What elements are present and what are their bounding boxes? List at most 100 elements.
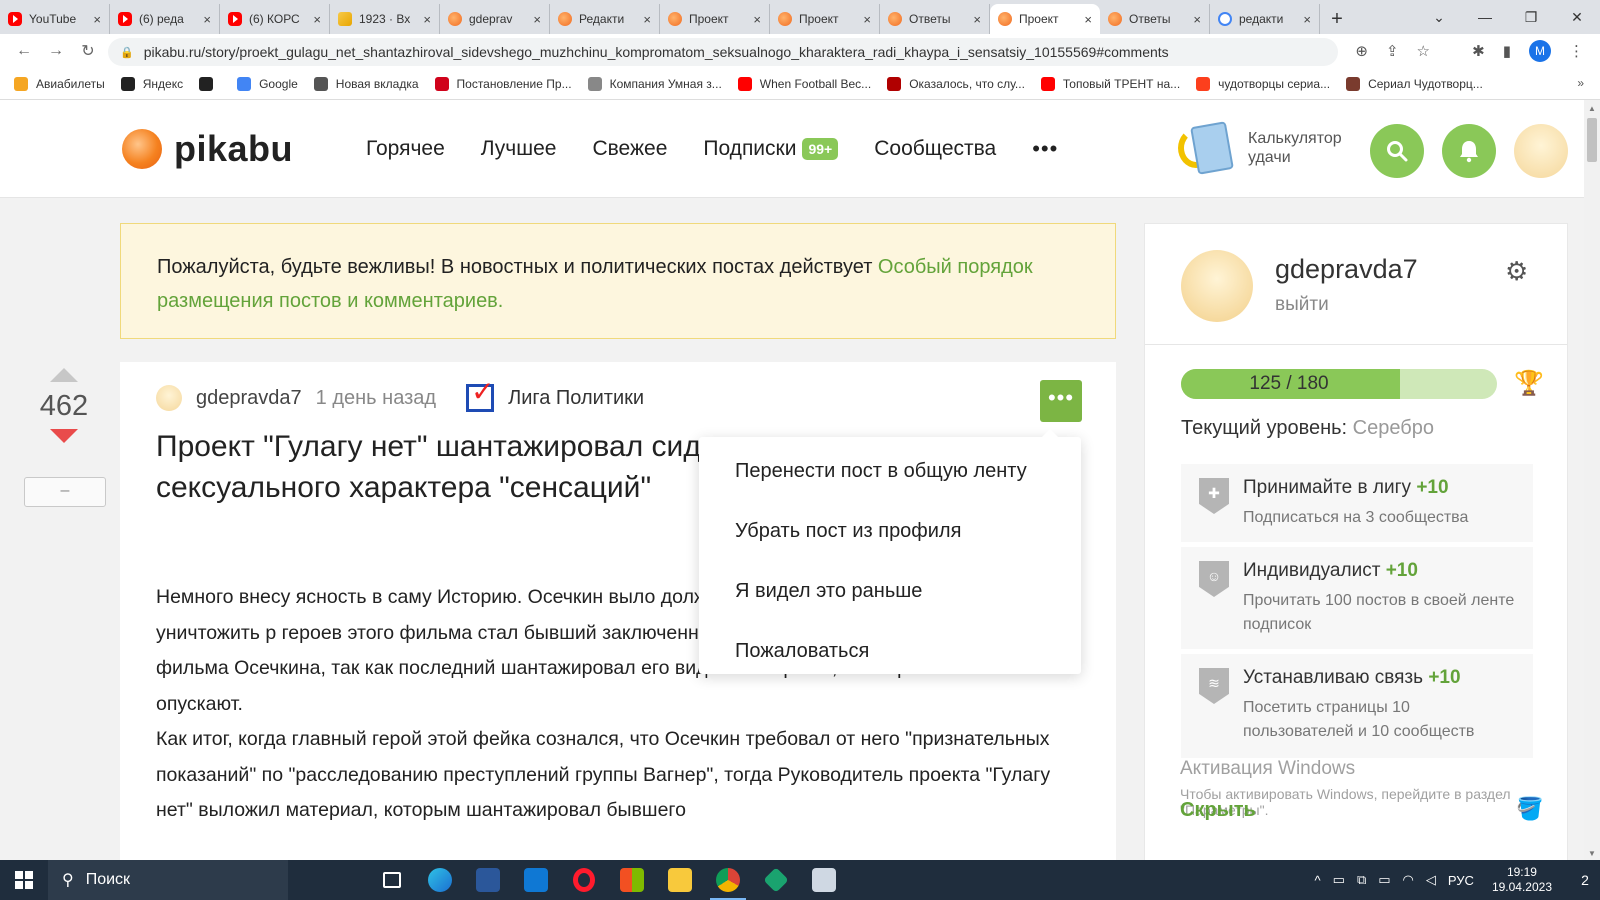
- taskbar-search[interactable]: ⚲ Поиск: [48, 860, 288, 900]
- browser-tab[interactable]: Проект ×: [770, 4, 880, 34]
- minimize-icon[interactable]: —: [1462, 0, 1508, 34]
- remote-desktop-icon[interactable]: [800, 860, 848, 900]
- tab-close-icon[interactable]: ×: [203, 12, 211, 27]
- task-view-icon[interactable]: [368, 860, 416, 900]
- post-community[interactable]: Лига Политики: [508, 387, 644, 410]
- share-icon[interactable]: ⇪: [1386, 42, 1399, 60]
- browser-tab[interactable]: Редакти ×: [550, 4, 660, 34]
- bookmarks-overflow-button[interactable]: »: [1577, 76, 1584, 90]
- chrome-icon[interactable]: [704, 860, 752, 900]
- browser-tab[interactable]: 1923 · Вх ×: [330, 4, 440, 34]
- browser-tab[interactable]: (6) реда ×: [110, 4, 220, 34]
- edge-icon[interactable]: [416, 860, 464, 900]
- downvote-arrow-icon[interactable]: [50, 429, 78, 443]
- page-scrollbar[interactable]: ▲ ▼: [1584, 100, 1600, 860]
- bookmark-item[interactable]: Google: [237, 76, 298, 91]
- scroll-thumb[interactable]: [1587, 118, 1597, 162]
- close-window-icon[interactable]: ✕: [1554, 0, 1600, 34]
- nav-subscriptions[interactable]: Подписки 99+: [703, 137, 839, 161]
- restore-icon[interactable]: ❐: [1508, 0, 1554, 34]
- hide-sidebar-button[interactable]: Скрыть: [1180, 799, 1256, 822]
- tab-close-icon[interactable]: ×: [643, 12, 651, 27]
- logout-link[interactable]: выйти: [1275, 294, 1329, 316]
- url-input[interactable]: 🔒 pikabu.ru/story/proekt_gulagu_net_shan…: [108, 38, 1338, 66]
- tab-close-icon[interactable]: ×: [313, 12, 321, 27]
- user-avatar[interactable]: [1514, 124, 1568, 178]
- app-icon[interactable]: [752, 860, 800, 900]
- bookmark-star-icon[interactable]: ☆: [1417, 42, 1430, 60]
- browser-tab-active[interactable]: Проект ×: [990, 4, 1100, 34]
- tab-close-icon[interactable]: ×: [93, 12, 101, 27]
- paint-bucket-icon[interactable]: 🪣: [1516, 796, 1543, 822]
- wifi-icon[interactable]: ◠: [1403, 872, 1414, 888]
- forward-icon[interactable]: →: [40, 42, 72, 60]
- author-avatar[interactable]: [156, 385, 182, 411]
- browser-tab[interactable]: YouTube ×: [0, 4, 110, 34]
- menu-icon[interactable]: ⋮: [1569, 42, 1584, 60]
- language-indicator[interactable]: РУС: [1448, 873, 1474, 888]
- volume-icon[interactable]: ◁: [1426, 872, 1436, 888]
- bookmark-item[interactable]: Оказалось, что слу...: [887, 76, 1025, 91]
- post-more-button[interactable]: •••: [1040, 380, 1082, 422]
- extensions-icon[interactable]: ✱: [1472, 42, 1485, 60]
- opera-icon[interactable]: [560, 860, 608, 900]
- bookmark-item[interactable]: Яндекс: [120, 76, 183, 91]
- tab-close-icon[interactable]: ×: [753, 12, 761, 27]
- bookmark-item[interactable]: Сериал Чудотворц...: [1346, 76, 1483, 91]
- task-card[interactable]: ☺ Индивидуалист +10 Прочитать 100 постов…: [1181, 547, 1533, 649]
- task-card[interactable]: ✚ Принимайте в лигу +10 Подписаться на 3…: [1181, 464, 1533, 542]
- tab-close-icon[interactable]: ×: [1303, 12, 1311, 27]
- browser-tab[interactable]: Проект ×: [660, 4, 770, 34]
- notifications-button[interactable]: [1442, 124, 1496, 178]
- settings-gear-icon[interactable]: ⚙: [1505, 256, 1528, 287]
- new-tab-button[interactable]: +: [1320, 4, 1354, 34]
- browser-tab[interactable]: редакти ×: [1210, 4, 1320, 34]
- profile-avatar-large[interactable]: [1181, 250, 1253, 322]
- bookmark-item[interactable]: Новая вкладка: [313, 76, 419, 91]
- pikabu-logo[interactable]: pikabu: [122, 128, 293, 170]
- lock-icon[interactable]: 🔒: [120, 46, 134, 59]
- profile-avatar[interactable]: M: [1529, 40, 1551, 62]
- seen-before-item[interactable]: Я видел это раньше: [699, 561, 1081, 621]
- browser-tab[interactable]: gdeprav ×: [440, 4, 550, 34]
- word-icon[interactable]: [464, 860, 512, 900]
- battery-icon[interactable]: ▭: [1378, 872, 1390, 888]
- tab-close-icon[interactable]: ×: [423, 12, 431, 27]
- tray-app-icon[interactable]: ▭: [1333, 872, 1345, 888]
- search-button[interactable]: [1370, 124, 1424, 178]
- bookmark-item[interactable]: Компания Умная з...: [587, 76, 722, 91]
- back-icon[interactable]: ←: [8, 42, 40, 60]
- browser-tab[interactable]: (6) КОРС ×: [220, 4, 330, 34]
- tab-close-icon[interactable]: ×: [1193, 12, 1201, 27]
- bookmark-item[interactable]: When Football Bec...: [737, 76, 871, 91]
- profile-username[interactable]: gdepravda7: [1275, 254, 1418, 285]
- bookmark-item[interactable]: [199, 76, 221, 91]
- upvote-arrow-icon[interactable]: [50, 368, 78, 382]
- tray-app-icon[interactable]: ⧉: [1357, 872, 1366, 888]
- tray-expand-icon[interactable]: ^: [1315, 873, 1321, 888]
- post-time[interactable]: 1 день назад: [316, 387, 436, 410]
- trophy-icon[interactable]: 🏆: [1514, 369, 1544, 398]
- scroll-up-icon[interactable]: ▲: [1588, 104, 1596, 113]
- browser-tab[interactable]: Ответы ×: [880, 4, 990, 34]
- nav-best[interactable]: Лучшее: [481, 137, 557, 161]
- tab-close-icon[interactable]: ×: [973, 12, 981, 27]
- browser-tab[interactable]: Ответы ×: [1100, 4, 1210, 34]
- store-icon[interactable]: [608, 860, 656, 900]
- move-to-feed-item[interactable]: Перенести пост в общую ленту: [699, 441, 1081, 501]
- report-item[interactable]: Пожаловаться: [699, 621, 1081, 681]
- file-explorer-icon[interactable]: [656, 860, 704, 900]
- tab-close-icon[interactable]: ×: [863, 12, 871, 27]
- zoom-icon[interactable]: ⊕: [1355, 42, 1368, 60]
- scroll-down-icon[interactable]: ▼: [1588, 849, 1596, 858]
- remove-from-profile-item[interactable]: Убрать пост из профиля: [699, 501, 1081, 561]
- nav-fresh[interactable]: Свежее: [592, 137, 667, 161]
- mail-icon[interactable]: [512, 860, 560, 900]
- task-card[interactable]: ≋ Устанавливаю связь +10 Посетить страни…: [1181, 654, 1533, 758]
- tab-search-icon[interactable]: ⌄: [1416, 0, 1462, 34]
- bookmark-item[interactable]: чудотворцы сериа...: [1196, 76, 1330, 91]
- luck-calculator-link[interactable]: Калькулятор удачи: [1178, 121, 1358, 175]
- notifications-center-icon[interactable]: 2: [1570, 860, 1600, 900]
- bookmark-item[interactable]: Топовый ТРЕНТ на...: [1040, 76, 1180, 91]
- nav-more-button[interactable]: •••: [1032, 136, 1058, 162]
